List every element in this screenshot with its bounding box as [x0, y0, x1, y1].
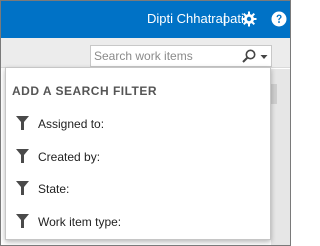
popup-title: ADD A SEARCH FILTER — [12, 84, 158, 98]
filter-label: Assigned to: — [38, 117, 105, 131]
search-box[interactable] — [90, 45, 272, 67]
filter-created-by[interactable]: Created by: — [16, 146, 256, 168]
app-window: Dipti Chhatrapati | Search work items AD… — [0, 0, 291, 246]
filter-label: Created by: — [38, 150, 101, 164]
chevron-down-icon[interactable] — [259, 49, 269, 63]
filter-work-item-type[interactable]: Work item type: — [16, 211, 256, 233]
help-icon[interactable] — [271, 11, 287, 27]
funnel-icon — [16, 149, 29, 163]
funnel-icon — [16, 181, 29, 195]
search-filter-popup: ADD A SEARCH FILTER Assigned to: Created… — [5, 67, 271, 240]
funnel-icon — [16, 214, 29, 228]
gear-icon[interactable] — [241, 11, 257, 27]
user-name-link[interactable]: Dipti Chhatrapati — [147, 11, 244, 26]
header-separator: | — [223, 10, 227, 26]
funnel-icon — [16, 116, 29, 130]
background-panel-tab — [271, 84, 277, 104]
top-header-bar: Dipti Chhatrapati | — [1, 1, 290, 38]
filter-state[interactable]: State: — [16, 178, 256, 200]
filter-label: Work item type: — [38, 215, 122, 229]
search-icon[interactable] — [241, 48, 257, 64]
filter-assigned-to[interactable]: Assigned to: — [16, 113, 256, 135]
filter-label: State: — [38, 182, 70, 196]
search-input[interactable] — [94, 48, 234, 64]
